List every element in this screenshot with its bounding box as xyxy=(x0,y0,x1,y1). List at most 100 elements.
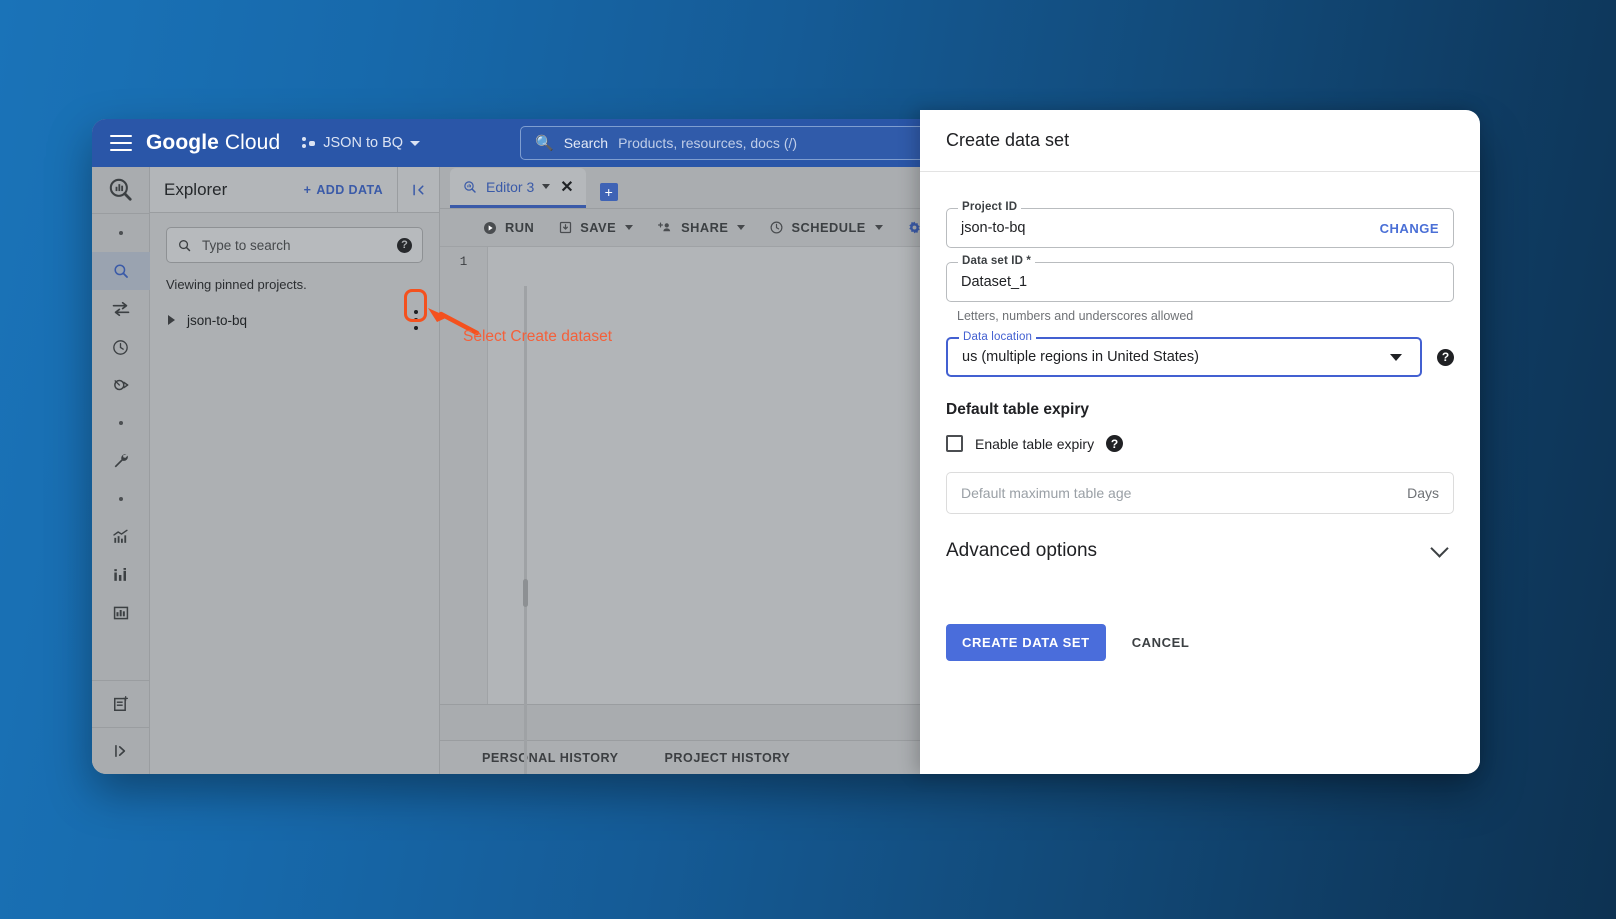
save-icon xyxy=(558,220,573,235)
panel-resize-grip[interactable] xyxy=(523,579,528,607)
project-tree-row[interactable]: json-to-bq xyxy=(166,308,423,332)
chevron-down-icon[interactable] xyxy=(1390,354,1402,361)
change-project-link[interactable]: CHANGE xyxy=(1380,221,1439,236)
create-data-set-button[interactable]: CREATE DATA SET xyxy=(946,624,1106,661)
data-location-value: us (multiple regions in United States) xyxy=(962,349,1390,365)
dialog-body: Project ID json-to-bq CHANGE Data set ID… xyxy=(920,172,1480,661)
chevron-down-icon[interactable] xyxy=(737,225,745,230)
max-table-age-unit: Days xyxy=(1407,485,1439,501)
enable-table-expiry-checkbox[interactable] xyxy=(946,435,963,452)
chevron-down-icon xyxy=(410,141,420,146)
query-icon xyxy=(462,179,478,195)
dot-icon xyxy=(119,497,123,501)
schedule-label: SCHEDULE xyxy=(791,220,865,235)
search-icon: 🔍 xyxy=(535,134,554,152)
data-location-row: Data location us (multiple regions in Un… xyxy=(946,337,1454,377)
rail-item-dashboards[interactable] xyxy=(92,594,150,632)
project-tree-label: json-to-bq xyxy=(187,313,247,328)
rail-item-notes[interactable] xyxy=(92,681,150,727)
expand-triangle-icon[interactable] xyxy=(168,315,175,325)
dot-icon xyxy=(119,421,123,425)
logo-google-text: Google xyxy=(146,131,219,154)
project-id-field[interactable]: Project ID json-to-bq CHANGE xyxy=(946,208,1454,248)
cancel-button[interactable]: CANCEL xyxy=(1132,635,1190,650)
advanced-options-toggle[interactable]: Advanced options xyxy=(946,540,1454,562)
dataset-id-field[interactable]: Data set ID * Dataset_1 xyxy=(946,262,1454,302)
run-label: RUN xyxy=(505,220,534,235)
rail-item-expand-panel[interactable] xyxy=(92,728,150,774)
data-location-help-icon[interactable]: ? xyxy=(1437,349,1454,366)
data-location-label: Data location xyxy=(959,331,1036,343)
search-icon xyxy=(177,238,192,253)
enable-table-expiry-row[interactable]: Enable table expiry ? xyxy=(946,435,1454,452)
rail-item-search[interactable] xyxy=(92,252,150,290)
run-button[interactable]: RUN xyxy=(472,212,544,244)
project-selector-chip[interactable]: JSON to BQ xyxy=(302,135,420,151)
data-location-select[interactable]: Data location us (multiple regions in Un… xyxy=(946,337,1422,377)
rail-item-analytics[interactable] xyxy=(92,556,150,594)
share-person-icon xyxy=(657,220,674,235)
hamburger-menu-icon[interactable] xyxy=(110,135,132,151)
search-label: Search xyxy=(564,135,608,151)
max-table-age-placeholder: Default maximum table age xyxy=(961,485,1407,501)
explorer-panel: Explorer + ADD DATA Type to search ? Vie… xyxy=(150,167,440,774)
help-icon[interactable]: ? xyxy=(397,238,412,253)
explorer-content: Type to search ? Viewing pinned projects… xyxy=(150,213,439,332)
bigquery-logo-icon[interactable] xyxy=(92,167,150,213)
advanced-options-label: Advanced options xyxy=(946,540,1433,562)
share-label: SHARE xyxy=(681,220,728,235)
explorer-title: Explorer xyxy=(164,180,304,200)
max-table-age-field[interactable]: Default maximum table age Days xyxy=(946,472,1454,514)
left-icon-rail xyxy=(92,167,150,774)
project-id-value: json-to-bq xyxy=(961,220,1380,236)
save-label: SAVE xyxy=(580,220,616,235)
google-cloud-logo[interactable]: Google Cloud xyxy=(146,131,280,155)
rail-dot-1[interactable] xyxy=(92,214,150,252)
dataset-id-helper: Letters, numbers and underscores allowed xyxy=(957,309,1454,323)
collapse-explorer-button[interactable] xyxy=(397,167,439,213)
enable-table-expiry-label: Enable table expiry xyxy=(975,436,1094,452)
tab-editor-3[interactable]: Editor 3 ✕ xyxy=(450,168,586,208)
rail-dot-2[interactable] xyxy=(92,404,150,442)
play-icon xyxy=(482,220,498,236)
project-selector-label: JSON to BQ xyxy=(323,135,403,151)
explorer-search-input[interactable]: Type to search ? xyxy=(166,227,423,263)
dialog-action-row: CREATE DATA SET CANCEL xyxy=(946,624,1454,661)
rail-dot-3[interactable] xyxy=(92,480,150,518)
dataset-id-value[interactable]: Dataset_1 xyxy=(961,274,1439,290)
project-dots-icon xyxy=(302,137,316,149)
add-data-label: ADD DATA xyxy=(316,183,383,197)
add-tab-button[interactable]: + xyxy=(600,183,618,201)
create-dataset-dialog: Create data set Project ID json-to-bq CH… xyxy=(920,110,1480,774)
close-icon[interactable]: ✕ xyxy=(560,177,573,197)
rail-item-reservations[interactable] xyxy=(92,366,150,404)
line-number: 1 xyxy=(440,255,487,269)
chevron-down-icon[interactable] xyxy=(542,184,550,189)
rail-item-transfers[interactable] xyxy=(92,290,150,328)
add-data-button[interactable]: + ADD DATA xyxy=(304,183,397,197)
chevron-down-icon[interactable] xyxy=(625,225,633,230)
tab-project-history[interactable]: PROJECT HISTORY xyxy=(665,751,791,765)
table-expiry-help-icon[interactable]: ? xyxy=(1106,435,1123,452)
dot-icon xyxy=(119,231,123,235)
tab-personal-history[interactable]: PERSONAL HISTORY xyxy=(482,751,619,765)
rail-item-scheduled-queries[interactable] xyxy=(92,328,150,366)
rail-item-admin[interactable] xyxy=(92,442,150,480)
save-button[interactable]: SAVE xyxy=(548,212,643,244)
schedule-button[interactable]: SCHEDULE xyxy=(759,212,892,244)
default-table-expiry-title: Default table expiry xyxy=(946,401,1454,419)
pinned-projects-note: Viewing pinned projects. xyxy=(166,277,423,292)
chevron-down-icon[interactable] xyxy=(875,225,883,230)
dataset-id-label: Data set ID * xyxy=(958,255,1035,267)
search-placeholder: Products, resources, docs (/) xyxy=(618,135,797,151)
share-button[interactable]: SHARE xyxy=(647,212,755,244)
chevron-down-icon[interactable] xyxy=(1430,539,1448,557)
annotation-label: Select Create dataset xyxy=(463,328,612,346)
dialog-header: Create data set xyxy=(920,110,1480,172)
plus-icon: + xyxy=(304,183,312,197)
project-id-label: Project ID xyxy=(958,201,1021,213)
explorer-header: Explorer + ADD DATA xyxy=(150,167,439,213)
clock-icon xyxy=(769,220,784,235)
panel-resize-divider[interactable] xyxy=(524,286,527,774)
rail-item-monitoring[interactable] xyxy=(92,518,150,556)
